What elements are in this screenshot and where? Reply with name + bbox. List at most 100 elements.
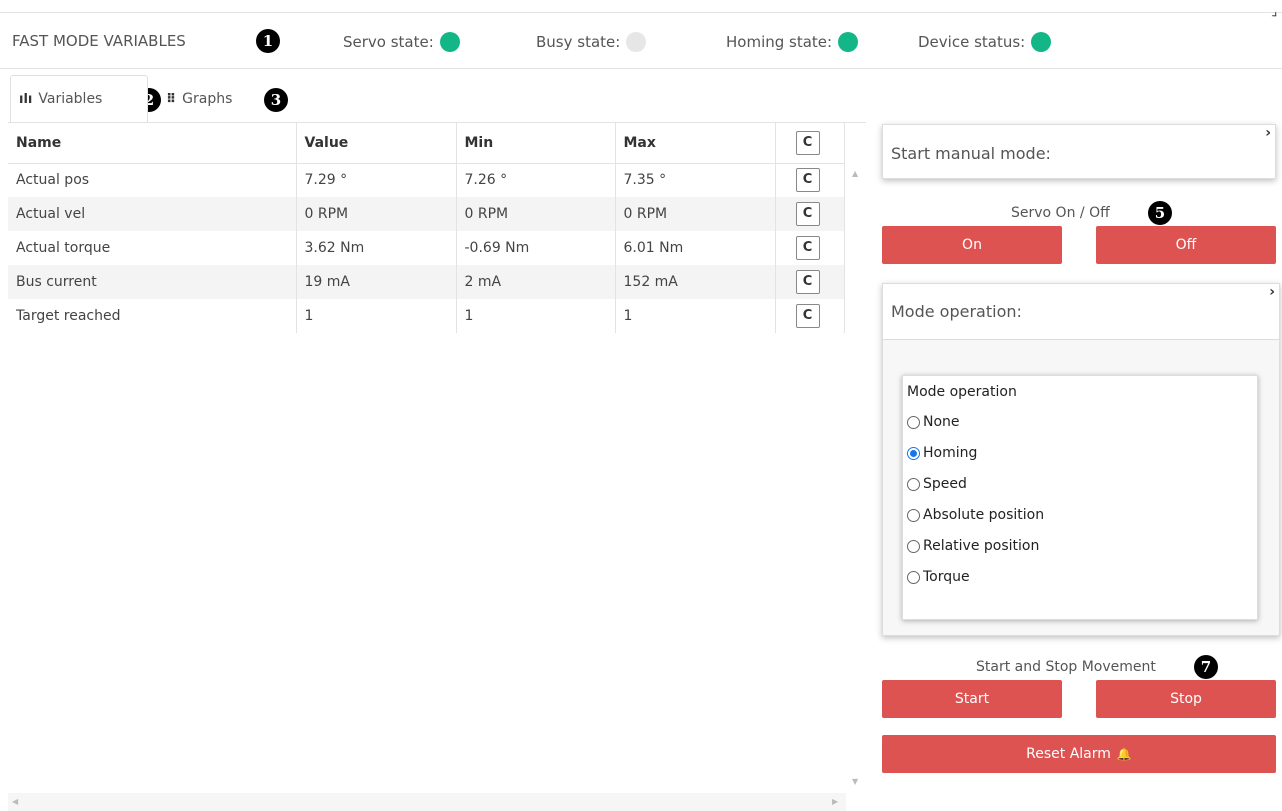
device-status-indicator [1031,32,1052,52]
cell-refresh: C [775,197,845,231]
table-header-row: Name Value Min Max C [8,123,845,164]
tab-variables[interactable]: ılı Variables [10,75,148,123]
variables-table: Name Value Min Max C Actual pos 7.29 ° 7… [8,123,845,333]
column-header-value[interactable]: Value [296,123,457,164]
cell-min: 0 RPM [456,197,616,231]
bell-icon: 🔔 [1116,747,1132,761]
collapse-arrow-icon[interactable]: › [1268,7,1282,22]
homing-state-status: Homing state: [726,32,859,52]
homing-state-label: Homing state: [726,33,833,51]
servo-on-button[interactable]: On [882,226,1062,264]
tab-variables-label: Variables [38,91,103,107]
radio-button[interactable] [907,477,920,491]
tab-graphs-label: Graphs [182,91,233,107]
cell-refresh: C [775,163,845,197]
mode-group-label: Mode operation [907,384,1017,400]
cell-max: 152 mA [615,265,776,299]
device-status-status: Device status: [918,32,1052,52]
cell-value: 1 [296,299,457,333]
mode-operation-group: Mode operation None Homing Speed Absolut… [902,375,1258,620]
table-row: Bus current 19 mA 2 mA 152 mA C [8,265,845,299]
annotation-badge-7: 7 [1194,655,1218,679]
cell-max: 0 RPM [615,197,776,231]
cell-value: 19 mA [296,265,457,299]
cell-min: -0.69 Nm [456,231,616,265]
horizontal-scrollbar[interactable]: ◀ ▶ [8,793,846,811]
radio-label: Absolute position [923,507,1045,523]
scroll-down-icon[interactable]: ▼ [852,777,858,786]
cell-name: Actual torque [8,231,297,265]
cell-refresh: C [775,299,845,333]
radio-button[interactable] [907,508,920,522]
reset-alarm-button[interactable]: Reset Alarm 🔔 [882,735,1276,773]
cell-value: 3.62 Nm [296,231,457,265]
cell-min: 2 mA [456,265,616,299]
scroll-up-icon[interactable]: ▲ [852,169,858,178]
cell-name: Target reached [8,299,297,333]
scroll-left-icon[interactable]: ◀ [12,797,18,806]
tab-graphs[interactable]: ⠿ Graphs [160,75,260,123]
scroll-right-icon[interactable]: ▶ [832,797,838,806]
annotation-badge-3: 3 [264,88,288,112]
table-row: Actual vel 0 RPM 0 RPM 0 RPM C [8,197,845,231]
radio-option-torque[interactable]: Torque [907,569,970,585]
cell-refresh: C [775,231,845,265]
vertical-scrollbar[interactable]: ▲ ▼ [846,163,866,793]
graph-icon: ⠿ [166,91,177,107]
annotation-badge-1: 1 [256,29,280,53]
refresh-row-button[interactable]: C [795,168,820,193]
busy-state-label: Busy state: [536,33,621,51]
manual-mode-title: Start manual mode: [891,144,1051,163]
table-row: Actual torque 3.62 Nm -0.69 Nm 6.01 Nm C [8,231,845,265]
servo-state-status: Servo state: [343,32,460,52]
refresh-all-button[interactable]: C [795,130,820,155]
refresh-row-button[interactable]: C [795,270,820,294]
servo-off-button[interactable]: Off [1096,226,1276,264]
mode-operation-title: Mode operation: [891,302,1022,321]
refresh-row-button[interactable]: C [795,202,820,226]
cell-max: 6.01 Nm [615,231,776,265]
refresh-row-button[interactable]: C [795,304,820,328]
mode-operation-header[interactable]: Mode operation: › [883,284,1279,340]
radio-option-none[interactable]: None [907,414,960,430]
manual-mode-card[interactable]: Start manual mode: › [882,124,1276,179]
radio-button[interactable] [907,539,920,553]
servo-state-label: Servo state: [343,33,434,51]
stop-button[interactable]: Stop [1096,680,1276,718]
refresh-row-button[interactable]: C [795,236,820,260]
table-row: Actual pos 7.29 ° 7.26 ° 7.35 ° C [8,163,845,197]
radio-button[interactable] [907,570,920,584]
radio-option-homing[interactable]: Homing [907,445,977,461]
header-bar: FAST MODE VARIABLES Servo state: Busy st… [0,7,1282,69]
chevron-right-icon[interactable]: › [1269,284,1275,300]
servo-onoff-label: Servo On / Off [1011,205,1110,221]
cell-refresh: C [775,265,845,299]
annotation-badge-5: 5 [1148,201,1172,225]
chevron-right-icon[interactable]: › [1265,125,1271,141]
radio-option-speed[interactable]: Speed [907,476,967,492]
radio-label: Homing [923,445,978,461]
radio-label: Torque [923,569,970,585]
cell-value: 7.29 ° [296,163,457,197]
reset-alarm-label: Reset Alarm [1026,746,1111,762]
page-title: FAST MODE VARIABLES [12,32,186,50]
radio-option-relative-position[interactable]: Relative position [907,538,1039,554]
radio-option-absolute-position[interactable]: Absolute position [907,507,1044,523]
radio-label: Relative position [923,538,1040,554]
movement-label: Start and Stop Movement [976,659,1156,675]
cell-name: Actual pos [8,163,297,197]
radio-button[interactable] [907,415,920,429]
busy-state-status: Busy state: [536,32,647,52]
cell-value: 0 RPM [296,197,457,231]
radio-button-selected[interactable] [907,446,920,460]
column-header-refresh: C [775,123,845,164]
cell-max: 1 [615,299,776,333]
column-header-name[interactable]: Name [8,123,297,164]
device-status-label: Device status: [918,33,1026,51]
column-header-max[interactable]: Max [615,123,776,164]
cell-max: 7.35 ° [615,163,776,197]
radio-label: None [923,414,960,430]
variables-grid: Name Value Min Max C Actual pos 7.29 ° 7… [8,122,866,811]
column-header-min[interactable]: Min [456,123,616,164]
start-button[interactable]: Start [882,680,1062,718]
